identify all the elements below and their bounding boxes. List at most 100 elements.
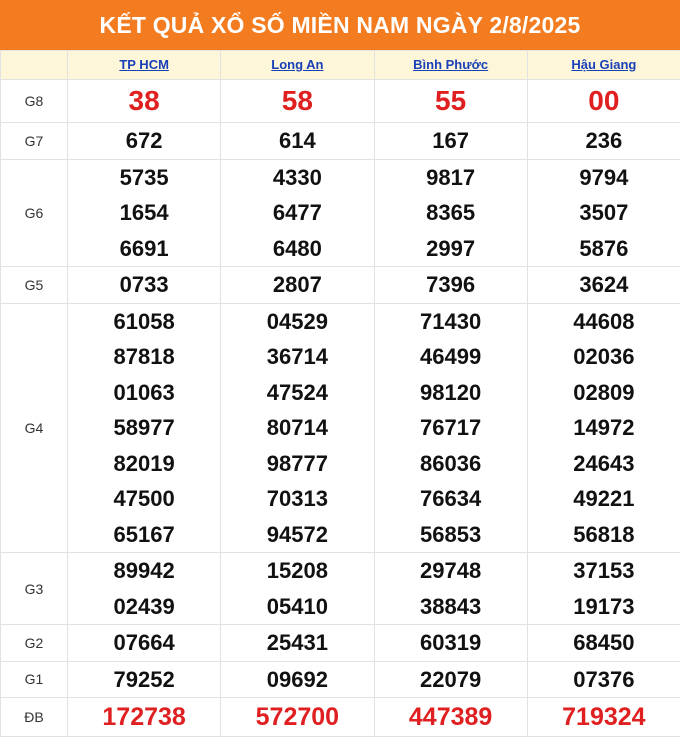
prize-cell-g3-1: 15208 05410 <box>220 552 375 625</box>
prize-cell-g6-3: 9794 3507 5876 <box>526 158 680 267</box>
results-table: TP HCM Long An Bình Phước Hậu Giang G8 38… <box>0 50 680 737</box>
prize-label-db: ĐB <box>0 697 68 737</box>
page-title: KẾT QUẢ XỔ SỐ MIỀN NAM NGÀY 2/8/2025 <box>0 0 680 50</box>
prize-label-g5: G5 <box>0 266 68 304</box>
province-link-tp-hcm[interactable]: TP HCM <box>119 57 169 72</box>
prize-number: 2997 <box>426 235 476 261</box>
prize-label-g7: G7 <box>0 122 68 160</box>
prize-number: 6691 <box>119 235 169 261</box>
prize-cell-db-2: 447389 <box>373 697 528 737</box>
prize-number: 5735 <box>119 164 169 190</box>
prize-number: 02036 <box>573 344 635 369</box>
header-empty-cell <box>0 50 68 80</box>
province-link-hau-giang[interactable]: Hậu Giang <box>571 57 636 72</box>
prize-cell-g8-1: 58 <box>220 79 375 123</box>
province-cell-tp-hcm: TP HCM <box>66 50 222 80</box>
province-header-row: TP HCM Long An Bình Phước Hậu Giang <box>0 50 680 80</box>
prize-cell-g3-3: 37153 19173 <box>526 552 680 625</box>
prize-number: 7396 <box>426 272 476 297</box>
results-table-body: TP HCM Long An Bình Phước Hậu Giang G8 38… <box>0 50 680 737</box>
prize-row-g2: G2 07664 25431 60319 68450 <box>0 624 680 662</box>
prize-number: 87818 <box>113 344 175 369</box>
prize-label-g6: G6 <box>0 158 68 267</box>
province-link-long-an[interactable]: Long An <box>271 57 323 72</box>
prize-number: 70313 <box>266 486 328 511</box>
prize-cell-g4-1: 04529 36714 47524 80714 98777 70313 94572 <box>220 302 375 553</box>
prize-cell-g1-3: 07376 <box>526 660 680 698</box>
prize-number: 80714 <box>266 415 328 440</box>
prize-number: 15208 <box>266 558 328 583</box>
prize-number: 19173 <box>573 593 635 619</box>
prize-number: 719324 <box>562 703 646 731</box>
prize-cell-g7-2: 167 <box>373 122 528 160</box>
province-cell-hau-giang: Hậu Giang <box>526 50 680 80</box>
prize-number: 47524 <box>266 379 328 405</box>
prize-number: 07376 <box>573 666 635 692</box>
prize-number: 02809 <box>573 379 635 405</box>
prize-number: 76717 <box>420 415 482 440</box>
prize-number: 01063 <box>113 379 175 405</box>
prize-cell-db-3: 719324 <box>526 697 680 737</box>
prize-label-g8: G8 <box>0 79 68 123</box>
prize-cell-g4-2: 71430 46499 98120 76717 86036 76634 56853 <box>373 302 528 553</box>
prize-cell-g6-1: 4330 6477 6480 <box>220 158 375 267</box>
prize-number: 167 <box>432 128 469 153</box>
prize-number: 38 <box>128 85 160 116</box>
prize-cell-db-1: 572700 <box>220 697 375 737</box>
prize-number: 22079 <box>420 666 482 692</box>
prize-number: 572700 <box>255 703 340 731</box>
prize-cell-g3-2: 29748 38843 <box>373 552 528 625</box>
prize-number: 00 <box>588 85 620 116</box>
prize-number: 236 <box>585 128 623 153</box>
prize-number: 172738 <box>102 703 186 731</box>
prize-cell-g5-1: 2807 <box>220 266 375 304</box>
province-cell-binh-phuoc: Bình Phước <box>373 50 528 80</box>
province-link-binh-phuoc[interactable]: Bình Phước <box>413 57 488 72</box>
prize-number: 49221 <box>573 486 635 511</box>
prize-label-g1: G1 <box>0 660 68 698</box>
prize-cell-g8-3: 00 <box>526 79 680 123</box>
prize-number: 36714 <box>266 344 328 369</box>
prize-number: 3507 <box>579 200 629 225</box>
prize-number: 56853 <box>420 521 482 547</box>
prize-number: 61058 <box>113 308 175 334</box>
prize-cell-g6-0: 5735 1654 6691 <box>66 158 222 267</box>
prize-cell-g8-2: 55 <box>373 79 528 123</box>
prize-number: 29748 <box>420 558 482 583</box>
prize-number: 07664 <box>113 630 175 655</box>
prize-cell-g5-2: 7396 <box>373 266 528 304</box>
prize-number: 8365 <box>426 200 476 225</box>
prize-number: 86036 <box>420 450 482 476</box>
prize-number: 9817 <box>426 164 476 190</box>
prize-cell-g4-3: 44608 02036 02809 14972 24643 49221 56818 <box>526 302 680 553</box>
prize-number: 44608 <box>573 308 635 334</box>
prize-row-db: ĐB 172738 572700 447389 719324 <box>0 697 680 737</box>
prize-number: 02439 <box>113 593 175 619</box>
prize-cell-g4-0: 61058 87818 01063 58977 82019 47500 65167 <box>66 302 222 553</box>
prize-number: 76634 <box>420 486 482 511</box>
prize-cell-g1-1: 09692 <box>220 660 375 698</box>
prize-number: 4330 <box>272 164 322 190</box>
province-cell-long-an: Long An <box>220 50 375 80</box>
prize-number: 98777 <box>266 450 328 476</box>
prize-number: 58977 <box>113 415 175 440</box>
prize-number: 9794 <box>579 164 629 190</box>
prize-number: 14972 <box>573 415 635 440</box>
prize-cell-g6-2: 9817 8365 2997 <box>373 158 528 267</box>
prize-number: 447389 <box>408 703 493 731</box>
prize-number: 0733 <box>119 272 169 297</box>
prize-number: 71430 <box>420 308 482 334</box>
prize-number: 56818 <box>573 521 635 547</box>
prize-cell-g7-0: 672 <box>66 122 222 160</box>
prize-number: 04529 <box>266 308 328 334</box>
prize-cell-g5-0: 0733 <box>66 266 222 304</box>
prize-cell-g7-3: 236 <box>526 122 680 160</box>
prize-cell-g2-1: 25431 <box>220 624 375 662</box>
prize-row-g8: G8 38 58 55 00 <box>0 79 680 123</box>
prize-number: 58 <box>281 85 313 116</box>
prize-cell-g1-0: 79252 <box>66 660 222 698</box>
prize-number: 24643 <box>573 450 635 476</box>
prize-cell-g7-1: 614 <box>220 122 375 160</box>
prize-label-g4: G4 <box>0 302 68 553</box>
prize-cell-g2-2: 60319 <box>373 624 528 662</box>
